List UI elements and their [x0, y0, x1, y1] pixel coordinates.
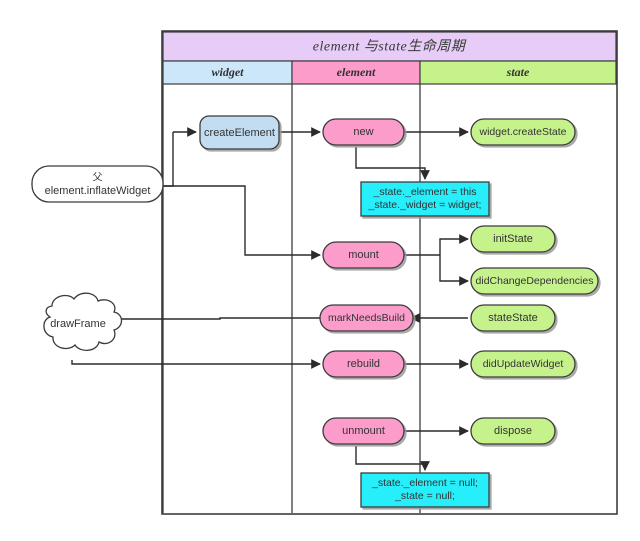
column-label-element: element	[337, 65, 376, 79]
column-label-widget: widget	[212, 65, 245, 79]
node-element-inflate-widget-line1: 父	[93, 172, 103, 184]
node-assign-state-null-line2: _state = null;	[394, 490, 455, 502]
node-draw-frame[interactable]: drawFrame	[43, 292, 123, 351]
flow-mount-to-didchangedependencies	[439, 255, 469, 286]
flow-mount-to-initstate	[439, 234, 469, 255]
node-rebuild[interactable]: rebuild	[322, 350, 405, 378]
node-unmount-label: unmount	[342, 425, 385, 437]
node-state-state[interactable]: stateState	[470, 304, 556, 332]
node-widget-create-state[interactable]: widget.createState	[470, 118, 576, 146]
node-widget-create-state-label: widget.createState	[479, 126, 567, 138]
node-state-state-label: stateState	[488, 312, 538, 324]
node-init-state[interactable]: initState	[470, 225, 556, 253]
node-did-update-widget-label: didUpdateWidget	[483, 358, 564, 370]
node-new[interactable]: new	[322, 118, 405, 146]
lifecycle-sequence-diagram: element 与state生命周期 widget element state	[31, 30, 618, 515]
node-mount-label: mount	[348, 249, 379, 261]
flow-inflate-to-mount	[163, 185, 321, 260]
node-mark-needs-build-label: markNeedsBuild	[328, 312, 405, 324]
node-unmount[interactable]: unmount	[322, 417, 405, 445]
column-label-state: state	[506, 65, 530, 79]
node-did-change-dependencies-label: didChangeDependencies	[476, 275, 594, 287]
flow-markneedsbuild-to-drawframe	[109, 314, 320, 324]
node-create-element[interactable]: createElement	[199, 115, 280, 150]
node-did-update-widget[interactable]: didUpdateWidget	[470, 350, 576, 378]
node-mount[interactable]: mount	[322, 241, 405, 269]
node-assign-state-init-line2: _state._widget = widget;	[368, 199, 482, 211]
node-assign-state-init[interactable]: _state._element = this _state._widget = …	[360, 181, 490, 217]
flow-new-to-assign-init	[355, 147, 430, 180]
flow-unmount-to-assign-null	[355, 446, 430, 471]
node-element-inflate-widget-line2: element.inflateWidget	[45, 185, 151, 197]
diagram-title: element 与state生命周期	[313, 39, 467, 55]
node-assign-state-null-line1: _state._element = null;	[371, 477, 478, 489]
node-init-state-label: initState	[493, 233, 533, 245]
node-new-label: new	[353, 126, 373, 138]
node-draw-frame-label: drawFrame	[50, 318, 106, 330]
node-assign-state-init-line1: _state._element = this	[372, 186, 476, 198]
node-did-change-dependencies[interactable]: didChangeDependencies	[470, 267, 599, 295]
node-dispose-label: dispose	[494, 425, 532, 437]
node-create-element-label: createElement	[204, 127, 275, 139]
flow-drawframe-to-rebuild	[71, 359, 321, 369]
node-dispose[interactable]: dispose	[470, 417, 556, 445]
diagram-canvas: element 与state生命周期 widget element state	[0, 0, 640, 541]
node-mark-needs-build[interactable]: markNeedsBuild	[319, 304, 414, 332]
node-rebuild-label: rebuild	[347, 358, 380, 370]
node-assign-state-null[interactable]: _state._element = null; _state = null;	[360, 472, 490, 508]
node-element-inflate-widget[interactable]: 父 element.inflateWidget	[31, 165, 164, 203]
flow-inflate-to-createelement-riser	[163, 132, 174, 187]
